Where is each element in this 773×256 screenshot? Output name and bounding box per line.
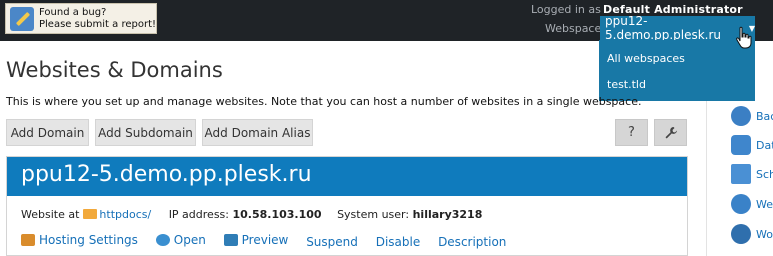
domain-header: ppu12-5.demo.pp.plesk.ru	[7, 157, 687, 196]
domain-info-row: Website at httpdocs/ IP address: 10.58.10…	[21, 208, 482, 221]
preview-link[interactable]: Preview	[223, 233, 288, 247]
webspace-label: Webspace	[545, 22, 602, 35]
hosting-settings-link[interactable]: Hosting Settings	[21, 233, 138, 247]
system-user-label: System user:	[337, 208, 410, 221]
help-button[interactable]: ?	[615, 119, 648, 146]
rail-item-databases[interactable]: Dat	[731, 135, 773, 155]
rail-item-backup[interactable]: Bac	[731, 106, 773, 126]
pencil-icon	[10, 6, 34, 31]
website-at-label: Website at	[21, 208, 80, 221]
ip-value: 10.58.103.100	[232, 208, 322, 221]
add-domain-alias-button[interactable]: Add Domain Alias	[202, 119, 313, 146]
page-description: This is where you set up and manage webs…	[6, 95, 642, 108]
docroot-link[interactable]: httpdocs/	[99, 208, 151, 221]
hand-cursor-icon	[736, 26, 752, 49]
bug-report-line2: Please submit a report!	[39, 18, 157, 30]
globe-icon	[731, 194, 751, 214]
disable-link[interactable]: Disable	[376, 235, 421, 249]
webspace-option-test[interactable]: test.tld	[607, 78, 646, 91]
tools-button[interactable]	[654, 119, 687, 146]
ip-label: IP address:	[168, 208, 229, 221]
add-subdomain-button[interactable]: Add Subdomain	[95, 119, 196, 146]
folder-icon	[83, 209, 98, 219]
wordpress-icon	[731, 224, 751, 244]
globe-icon	[155, 234, 170, 246]
rail-item-web[interactable]: We	[731, 194, 773, 214]
domain-name[interactable]: ppu12-5.demo.pp.plesk.ru	[21, 162, 312, 187]
tools-icon	[21, 234, 35, 246]
database-icon	[731, 135, 751, 155]
preview-icon	[223, 234, 238, 246]
description-link[interactable]: Description	[438, 235, 506, 249]
calendar-icon	[731, 164, 751, 184]
add-domain-button[interactable]: Add Domain	[6, 119, 89, 146]
logged-in-label: Logged in as	[531, 3, 601, 16]
backup-icon	[731, 106, 751, 126]
rail-item-scheduled[interactable]: Sch	[731, 164, 773, 184]
domain-actions: Hosting Settings Open Preview Suspend Di…	[21, 233, 520, 249]
bug-report-line1: Found a bug?	[39, 6, 107, 18]
rail-divider	[706, 101, 707, 256]
open-link[interactable]: Open	[155, 233, 206, 247]
webspace-selected-value: ppu12-5.demo.pp.plesk.ru	[605, 14, 722, 42]
wrench-icon	[665, 126, 677, 138]
bug-report-badge[interactable]: Found a bug? Please submit a report!	[5, 3, 157, 34]
system-user-value: hillary3218	[412, 208, 483, 221]
page-title: Websites & Domains	[6, 58, 223, 82]
webspace-select[interactable]: ppu12-5.demo.pp.plesk.ru ▼	[600, 14, 755, 42]
suspend-link[interactable]: Suspend	[306, 235, 358, 249]
help-icon: ?	[628, 125, 635, 140]
domain-card: ppu12-5.demo.pp.plesk.ru Website at httpd…	[6, 156, 688, 256]
webspace-dropdown: All webspaces test.tld	[599, 40, 755, 101]
rail-item-wordpress[interactable]: Wo	[731, 224, 773, 244]
webspace-option-all[interactable]: All webspaces	[607, 52, 685, 65]
